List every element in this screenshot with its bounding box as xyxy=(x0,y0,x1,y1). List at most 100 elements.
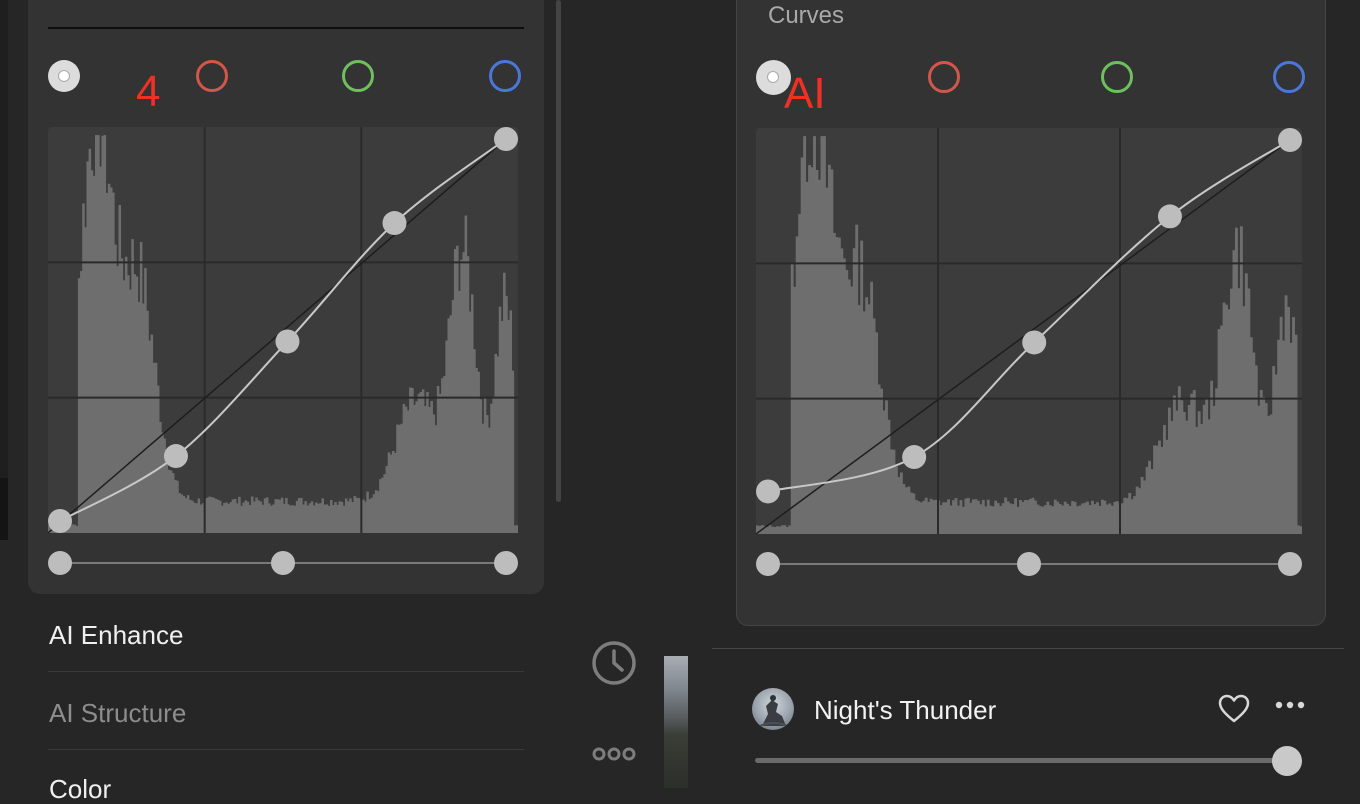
histogram-bar xyxy=(924,497,928,534)
panel-gap xyxy=(664,0,712,656)
red-channel-button[interactable] xyxy=(928,61,960,93)
histogram-bar xyxy=(1143,480,1147,534)
curve-point[interactable] xyxy=(382,211,407,236)
histogram-bar xyxy=(1252,352,1256,534)
curve-point[interactable] xyxy=(1022,330,1047,355)
histogram-bar xyxy=(788,525,792,534)
histogram-bar xyxy=(515,525,518,533)
midpoint-handle[interactable] xyxy=(1017,552,1041,576)
histogram-bar xyxy=(1272,366,1276,534)
curve-point[interactable] xyxy=(902,445,927,470)
photo-thumbnail-strip[interactable] xyxy=(664,656,688,788)
curve-editor[interactable] xyxy=(48,127,518,533)
blue-channel-button[interactable] xyxy=(1273,61,1305,93)
histogram-bar xyxy=(899,472,903,534)
green-channel-button[interactable] xyxy=(1101,61,1133,93)
histogram-bar xyxy=(1237,288,1241,534)
histogram-bar xyxy=(994,500,998,534)
histogram-bar xyxy=(1029,498,1032,534)
histogram-bar xyxy=(984,506,988,534)
black-point-handle[interactable] xyxy=(48,551,72,575)
curve-point[interactable] xyxy=(163,444,188,469)
histogram-bar xyxy=(837,237,841,534)
histogram-bar xyxy=(1046,501,1050,534)
histogram-bar xyxy=(892,449,896,534)
curve-point[interactable] xyxy=(48,509,72,533)
menu-item-color[interactable]: Color xyxy=(49,774,111,804)
histogram-bar xyxy=(1165,439,1169,534)
left-edge xyxy=(0,0,8,478)
menu-item-ai-enhance[interactable]: AI Enhance xyxy=(49,620,183,650)
histogram-bar xyxy=(1254,365,1258,534)
histogram-bar xyxy=(800,157,804,534)
histogram-bar xyxy=(909,492,913,534)
histogram-bar xyxy=(1083,502,1087,534)
curve-point[interactable] xyxy=(1278,128,1302,152)
histogram-bar xyxy=(1066,503,1070,534)
histogram-bar xyxy=(877,384,881,534)
histogram-bar xyxy=(1242,306,1246,534)
histogram-bar xyxy=(1061,505,1065,534)
green-channel-button[interactable] xyxy=(342,60,374,92)
histogram-bar xyxy=(862,311,866,534)
preset-amount-slider-handle[interactable] xyxy=(1272,746,1302,776)
histogram-bar xyxy=(1155,445,1159,534)
histogram-bar xyxy=(1177,386,1181,534)
red-channel-button[interactable] xyxy=(196,60,228,92)
histogram-bar xyxy=(768,525,772,534)
more-horizontal-icon[interactable] xyxy=(590,745,638,763)
histogram-bar xyxy=(770,526,774,534)
midpoint-handle[interactable] xyxy=(271,551,295,575)
histogram-bar xyxy=(939,505,943,534)
histogram-bar xyxy=(1076,506,1080,534)
curve-editor[interactable] xyxy=(756,128,1302,534)
histogram-bar xyxy=(1287,306,1290,534)
histogram-bar xyxy=(1016,506,1020,534)
histogram-bar xyxy=(875,332,879,534)
curve-point[interactable] xyxy=(494,127,518,151)
histogram-bar xyxy=(818,179,821,534)
blue-channel-button[interactable] xyxy=(489,60,521,92)
histogram-bar xyxy=(1170,420,1174,534)
section-divider xyxy=(48,27,524,29)
histogram-bar xyxy=(1172,395,1176,534)
histogram-bar xyxy=(1158,440,1161,534)
menu-item-ai-structure[interactable]: AI Structure xyxy=(49,698,186,728)
histogram-bar xyxy=(999,505,1003,534)
histogram-bar xyxy=(954,498,958,534)
histogram-bar xyxy=(1051,506,1055,534)
rgb-channel-button[interactable] xyxy=(48,60,80,92)
histogram-bar xyxy=(1004,497,1008,534)
clock-icon[interactable] xyxy=(590,639,638,687)
scrollbar[interactable] xyxy=(556,0,561,502)
histogram-bar xyxy=(1120,503,1124,534)
histogram-bar xyxy=(1009,503,1013,534)
heart-icon[interactable] xyxy=(1218,694,1250,724)
black-point-handle[interactable] xyxy=(756,552,780,576)
histogram-bar xyxy=(1163,425,1166,534)
histogram-bar xyxy=(1093,504,1097,534)
histogram-bar xyxy=(870,281,874,534)
curve-point[interactable] xyxy=(756,479,780,504)
curve-point[interactable] xyxy=(1157,204,1182,229)
histogram-bar xyxy=(1225,304,1228,534)
rider-silhouette-icon xyxy=(759,695,789,727)
histogram-bar xyxy=(778,526,782,534)
preset-amount-slider-track[interactable] xyxy=(755,758,1287,763)
histogram-bar xyxy=(1220,325,1223,534)
histogram-bar xyxy=(1269,414,1273,534)
histogram-bar xyxy=(1133,496,1137,534)
histogram-bar xyxy=(1222,302,1226,534)
histogram-bar xyxy=(961,506,965,534)
histogram-bar xyxy=(765,526,769,534)
histogram-bar xyxy=(1239,226,1243,534)
menu-divider xyxy=(48,671,524,672)
more-horizontal-icon[interactable] xyxy=(1274,699,1306,711)
histogram-bar xyxy=(1282,340,1286,534)
white-point-handle[interactable] xyxy=(494,551,518,575)
white-point-handle[interactable] xyxy=(1278,552,1302,576)
curve-point[interactable] xyxy=(275,329,300,354)
histogram-bar xyxy=(832,232,836,534)
histogram-bar xyxy=(927,501,931,534)
histogram-bar xyxy=(904,487,908,534)
